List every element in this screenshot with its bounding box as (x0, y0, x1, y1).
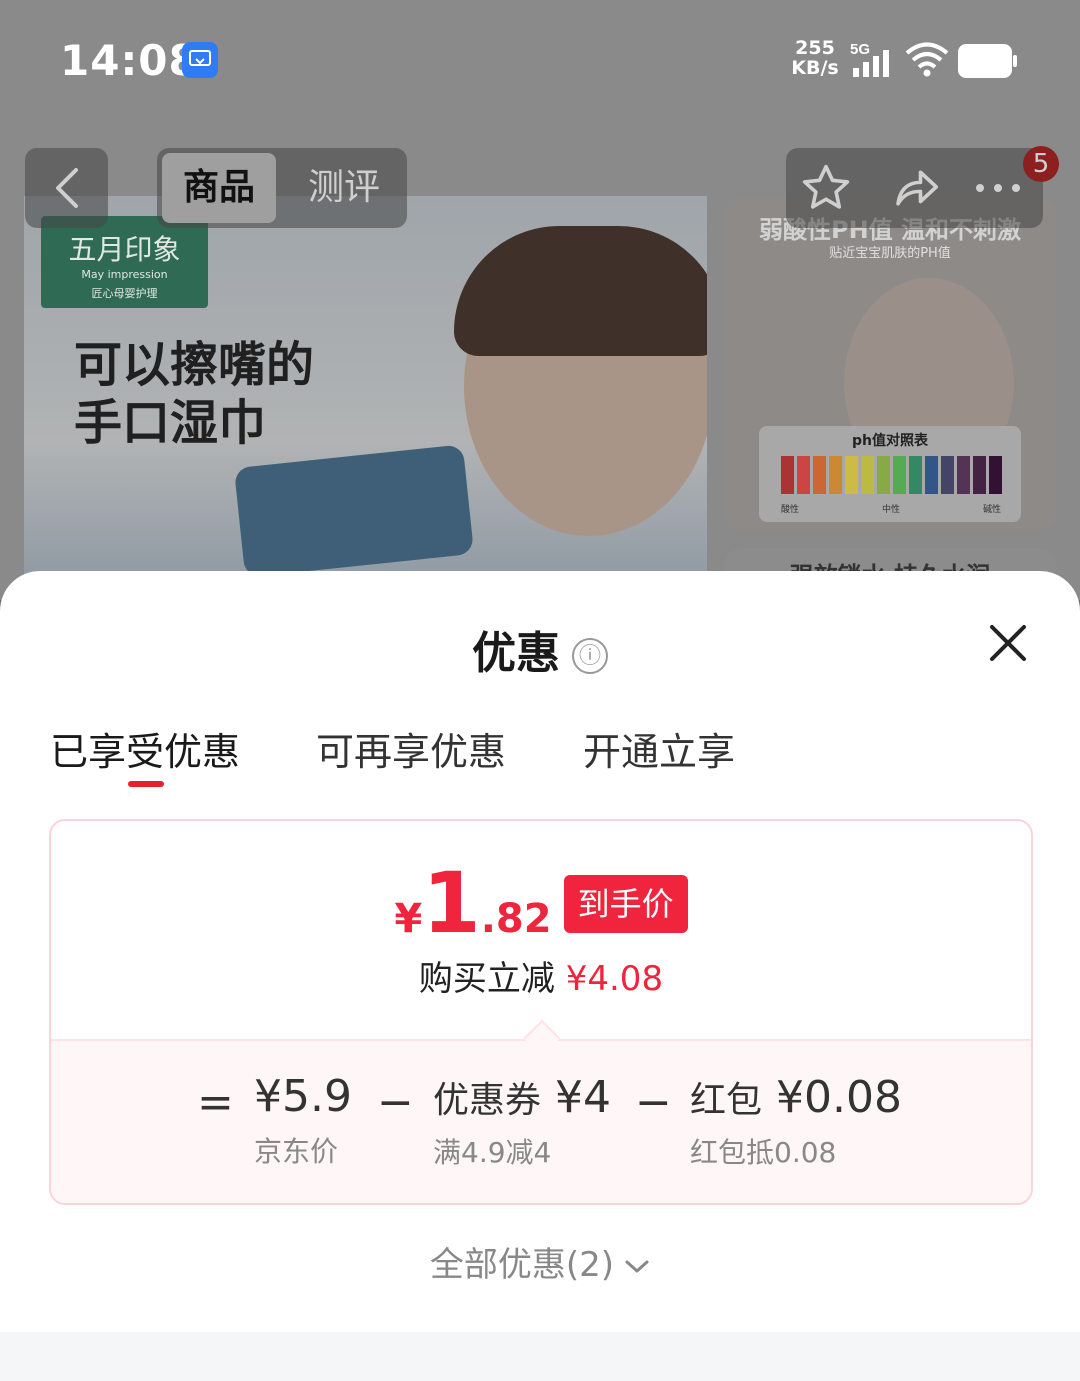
active-tab-indicator (128, 781, 164, 787)
network-speed-value: 255 (795, 37, 835, 59)
tab-activate-offers[interactable]: 开通立享 (583, 721, 735, 776)
product-page-background: 五月印象 May impression 匠心母婴护理 可以擦嘴的 手口湿巾 弱酸… (0, 0, 1080, 600)
brand-english: May impression (81, 268, 168, 281)
back-icon (55, 168, 78, 208)
all-offers-button[interactable]: 全部优惠(2) (0, 1237, 1080, 1286)
hero-main-image: 五月印象 May impression 匠心母婴护理 可以擦嘴的 手口湿巾 (24, 196, 707, 600)
offers-bottom-sheet: 优惠 ⓘ 已享受优惠 可再享优惠 开通立享 ¥1.82 到手价 购买立减 ¥4.08… (0, 571, 1080, 1381)
coupon-value: 优惠券 ¥4 (433, 1071, 611, 1123)
jd-price-label: 京东价 (254, 1135, 339, 1168)
status-bar: 14:08 255 KB/s 5G (0, 0, 1080, 120)
final-price-tag: 到手价 (563, 875, 688, 933)
hero-headline: 可以擦嘴的 手口湿巾 (74, 336, 314, 452)
ph-label-neutral: 中性 (881, 505, 900, 515)
product-nav-tabs: 商品 测评 (157, 148, 407, 228)
coupon-label: 优惠券 (433, 1080, 542, 1121)
final-price-integer: 1 (422, 854, 481, 952)
close-icon[interactable] (984, 619, 1032, 667)
tab-applied-offers[interactable]: 已享受优惠 (50, 721, 240, 776)
redpack-value: 红包 ¥0.08 (690, 1071, 902, 1123)
star-icon (802, 164, 850, 209)
coupon-item: 优惠券 ¥4 满4.9减4 (433, 1071, 611, 1171)
more-icon (976, 184, 1020, 192)
minus-sign: − (377, 1077, 414, 1128)
network-speed: 255 KB/s (790, 38, 840, 78)
tab-review[interactable]: 测评 (289, 153, 399, 223)
redpack-amount: ¥0.08 (776, 1072, 902, 1123)
ph-chart-title: ph值对照表 (852, 433, 928, 449)
tab-more-offers[interactable]: 可再享优惠 (316, 721, 506, 776)
tab-product[interactable]: 商品 (162, 153, 276, 223)
favorite-button[interactable] (796, 158, 856, 218)
ph-label-alkaline: 碱性 (982, 505, 1001, 515)
discount-line: 购买立减 ¥4.08 (51, 951, 1031, 1000)
back-button[interactable] (25, 148, 108, 228)
minus-sign: − (635, 1077, 672, 1128)
ph-color-bars (781, 456, 1002, 494)
discount-amount: ¥4.08 (565, 959, 664, 999)
share-button[interactable] (886, 158, 946, 218)
screen-cast-icon (182, 42, 218, 78)
info-icon[interactable]: ⓘ (572, 638, 608, 674)
jd-price-item: ¥5.9 京东价 (254, 1071, 352, 1170)
hero-headline-line2: 手口湿巾 (74, 395, 267, 451)
network-speed-unit: KB/s (791, 57, 839, 79)
cart-badge: 5 (1023, 146, 1059, 182)
footer-strip (0, 1332, 1080, 1381)
more-button[interactable] (968, 158, 1028, 218)
price-breakdown-card: ¥1.82 到手价 购买立减 ¥4.08 = ¥5.9 京东价 − 优惠券 ¥4 … (49, 819, 1033, 1205)
chevron-down-icon (625, 1260, 649, 1272)
side-subtitle: 贴近宝宝肌肤的PH值 (829, 246, 951, 261)
wifi-icon (905, 42, 949, 77)
network-type: 5G (850, 41, 870, 58)
coupon-rule: 满4.9减4 (433, 1136, 552, 1169)
equals-sign: = (197, 1077, 234, 1128)
redpack-rule: 红包抵0.08 (690, 1136, 837, 1169)
final-price-row: ¥1.82 到手价 (51, 861, 1031, 945)
ph-chart-card: ph值对照表 酸性 中性 碱性 (759, 426, 1021, 522)
status-time: 14:08 (60, 36, 199, 85)
sheet-title: 优惠 ⓘ (0, 617, 1080, 681)
sheet-title-text: 优惠 (472, 628, 560, 679)
ph-labels: 酸性 中性 碱性 (781, 502, 1001, 515)
final-price-decimal: .82 (480, 896, 552, 942)
jd-price: ¥5.9 (254, 1071, 352, 1122)
product-nav-actions (786, 148, 1043, 228)
final-price: ¥1.82 (394, 861, 551, 945)
ph-label-acid: 酸性 (781, 505, 800, 515)
redpack-label: 红包 (690, 1080, 763, 1121)
final-price-currency: ¥ (394, 896, 423, 942)
all-offers-label: 全部优惠(2) (429, 1245, 615, 1285)
brand-tagline: 匠心母婴护理 (91, 287, 158, 300)
battery-icon (958, 44, 1017, 78)
redpack-item: 红包 ¥0.08 红包抵0.08 (690, 1071, 902, 1171)
coupon-amount: ¥4 (555, 1072, 612, 1123)
discount-label: 购买立减 (418, 959, 555, 999)
share-icon (896, 170, 939, 206)
hero-side-image: 弱酸性PH值 温和不刺激 贴近宝宝肌肤的PH值 ph值对照表 酸性 中性 碱性 (724, 198, 1056, 530)
price-breakdown: = ¥5.9 京东价 − 优惠券 ¥4 满4.9减4 − 红包 ¥0.08 红包… (51, 1039, 1031, 1203)
brand-logo: 五月印象 May impression 匠心母婴护理 (41, 216, 208, 308)
signal-icon: 5G (850, 41, 889, 77)
hero-headline-line1: 可以擦嘴的 (74, 337, 315, 393)
